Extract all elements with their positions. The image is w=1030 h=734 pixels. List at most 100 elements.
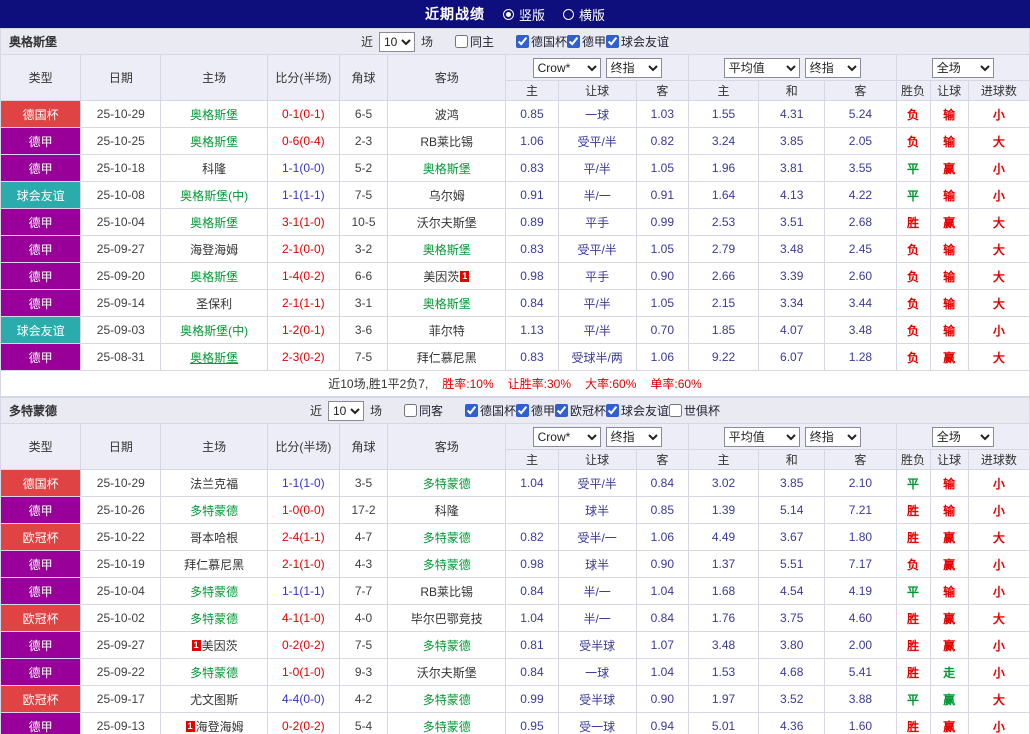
match-score[interactable]: 1-2(0-1): [266, 316, 340, 344]
match-score[interactable]: 1-0(0-0): [266, 496, 340, 524]
match-count-select[interactable]: 10: [378, 31, 415, 52]
radio-icon[interactable]: [563, 8, 574, 20]
league-label[interactable]: 德甲: [582, 33, 606, 50]
match-score[interactable]: 1-0(1-0): [266, 658, 340, 686]
bookmaker-select[interactable]: Crow*: [532, 426, 601, 447]
league-filter[interactable]: 球会友谊: [606, 33, 669, 50]
euro-odds-time-select[interactable]: 终指: [804, 57, 861, 78]
home-team[interactable]: 多特蒙德: [190, 585, 238, 599]
league-label[interactable]: 球会友谊: [621, 402, 669, 419]
away-team[interactable]: 多特蒙德: [423, 531, 471, 545]
match-score[interactable]: 2-1(1-0): [266, 550, 340, 578]
away-team[interactable]: 毕尔巴鄂竞技: [411, 612, 483, 626]
euro-odds-time-select[interactable]: 终指: [804, 426, 861, 447]
home-team[interactable]: 法兰克福: [190, 477, 238, 491]
bookmaker-select[interactable]: Crow*: [532, 57, 601, 78]
home-team[interactable]: 奥格斯堡(中): [180, 189, 248, 203]
home-team[interactable]: 拜仁慕尼黑: [184, 558, 244, 572]
match-score[interactable]: 2-1(1-1): [266, 289, 340, 317]
league-label[interactable]: 球会友谊: [621, 33, 669, 50]
match-score[interactable]: 1-1(1-1): [266, 181, 340, 209]
match-score[interactable]: 4-1(1-0): [266, 604, 340, 632]
away-team[interactable]: 乌尔姆: [429, 189, 465, 203]
away-team[interactable]: 奥格斯堡: [423, 297, 471, 311]
match-score[interactable]: 1-1(1-0): [266, 469, 340, 497]
home-team[interactable]: 多特蒙德: [190, 504, 238, 518]
match-score[interactable]: 1-1(0-0): [266, 154, 340, 182]
asian-odds-time-select[interactable]: 终指: [605, 426, 662, 447]
asian-odds-time-select[interactable]: 终指: [605, 57, 662, 78]
match-score[interactable]: 3-1(1-0): [266, 208, 340, 236]
match-score[interactable]: 1-1(1-1): [266, 577, 340, 605]
match-count-select[interactable]: 10: [327, 400, 364, 421]
home-team[interactable]: 多特蒙德: [190, 612, 238, 626]
away-team[interactable]: 沃尔夫斯堡: [417, 216, 477, 230]
league-label[interactable]: 德国杯: [531, 33, 567, 50]
match-score[interactable]: 0-2(0-2): [266, 631, 340, 659]
league-filter[interactable]: 欧冠杯: [555, 402, 606, 419]
match-score[interactable]: 2-4(1-1): [266, 523, 340, 551]
same-venue-filter[interactable]: 同客: [403, 402, 443, 419]
league-label[interactable]: 德甲: [531, 402, 555, 419]
same-venue-checkbox[interactable]: [403, 404, 417, 417]
league-filter[interactable]: 德甲: [516, 402, 555, 419]
league-checkbox[interactable]: [516, 35, 529, 48]
match-score[interactable]: 0-1(0-1): [266, 100, 340, 128]
home-team[interactable]: 奥格斯堡: [190, 351, 238, 365]
radio-icon[interactable]: [502, 8, 514, 20]
home-team[interactable]: 奥格斯堡: [190, 135, 238, 149]
home-team[interactable]: 海登海姆: [196, 720, 244, 734]
home-team[interactable]: 美因茨: [202, 639, 238, 653]
radio-label[interactable]: 横版: [579, 5, 605, 24]
match-score[interactable]: 2-3(0-2): [266, 343, 340, 371]
league-checkbox[interactable]: [669, 404, 683, 417]
home-team[interactable]: 尤文图斯: [190, 693, 238, 707]
league-filter[interactable]: 世俱杯: [669, 402, 720, 419]
away-team[interactable]: 拜仁慕尼黑: [417, 351, 477, 365]
same-venue-label[interactable]: 同客: [419, 402, 443, 419]
away-team[interactable]: 美因茨: [423, 270, 459, 284]
home-team[interactable]: 海登海姆: [190, 243, 238, 257]
average-select[interactable]: 平均值: [723, 57, 800, 78]
away-team[interactable]: 多特蒙德: [423, 720, 471, 734]
league-checkbox[interactable]: [464, 404, 478, 417]
league-checkbox[interactable]: [516, 404, 529, 417]
league-checkbox[interactable]: [606, 404, 620, 417]
away-team[interactable]: 沃尔夫斯堡: [417, 666, 477, 680]
away-team[interactable]: RB莱比锡: [420, 585, 473, 599]
league-checkbox[interactable]: [567, 35, 581, 48]
home-team[interactable]: 科隆: [202, 162, 226, 176]
away-team[interactable]: 奥格斯堡: [423, 162, 471, 176]
match-score[interactable]: 4-4(0-0): [266, 685, 340, 713]
home-team[interactable]: 奥格斯堡: [190, 270, 238, 284]
same-venue-checkbox[interactable]: [454, 35, 468, 48]
radio-label[interactable]: 竖版: [519, 5, 545, 24]
league-checkbox[interactable]: [606, 35, 620, 48]
average-select[interactable]: 平均值: [723, 426, 800, 447]
league-filter[interactable]: 德甲: [567, 33, 606, 50]
layout-radio[interactable]: 横版: [563, 5, 605, 24]
league-label[interactable]: 德国杯: [480, 402, 516, 419]
match-score[interactable]: 0-6(0-4): [266, 127, 340, 155]
match-score[interactable]: 2-1(0-0): [266, 235, 340, 263]
away-team[interactable]: 多特蒙德: [423, 558, 471, 572]
away-team[interactable]: 波鸿: [435, 108, 459, 122]
home-team[interactable]: 哥本哈根: [190, 531, 238, 545]
away-team[interactable]: 菲尔特: [429, 324, 465, 338]
home-team[interactable]: 多特蒙德: [190, 666, 238, 680]
away-team[interactable]: 多特蒙德: [423, 477, 471, 491]
league-filter[interactable]: 德国杯: [516, 33, 567, 50]
match-score[interactable]: 1-4(0-2): [266, 262, 340, 290]
scope-select[interactable]: 全场: [931, 426, 994, 447]
league-filter[interactable]: 德国杯: [464, 402, 516, 419]
home-team[interactable]: 奥格斯堡: [190, 216, 238, 230]
away-team[interactable]: 多特蒙德: [423, 693, 471, 707]
away-team[interactable]: RB莱比锡: [420, 135, 473, 149]
away-team[interactable]: 科隆: [435, 504, 459, 518]
layout-radio[interactable]: 竖版: [502, 5, 545, 24]
league-checkbox[interactable]: [555, 404, 569, 417]
home-team[interactable]: 奥格斯堡(中): [180, 324, 248, 338]
league-label[interactable]: 欧冠杯: [570, 402, 606, 419]
home-team[interactable]: 奥格斯堡: [190, 108, 238, 122]
scope-select[interactable]: 全场: [931, 57, 994, 78]
